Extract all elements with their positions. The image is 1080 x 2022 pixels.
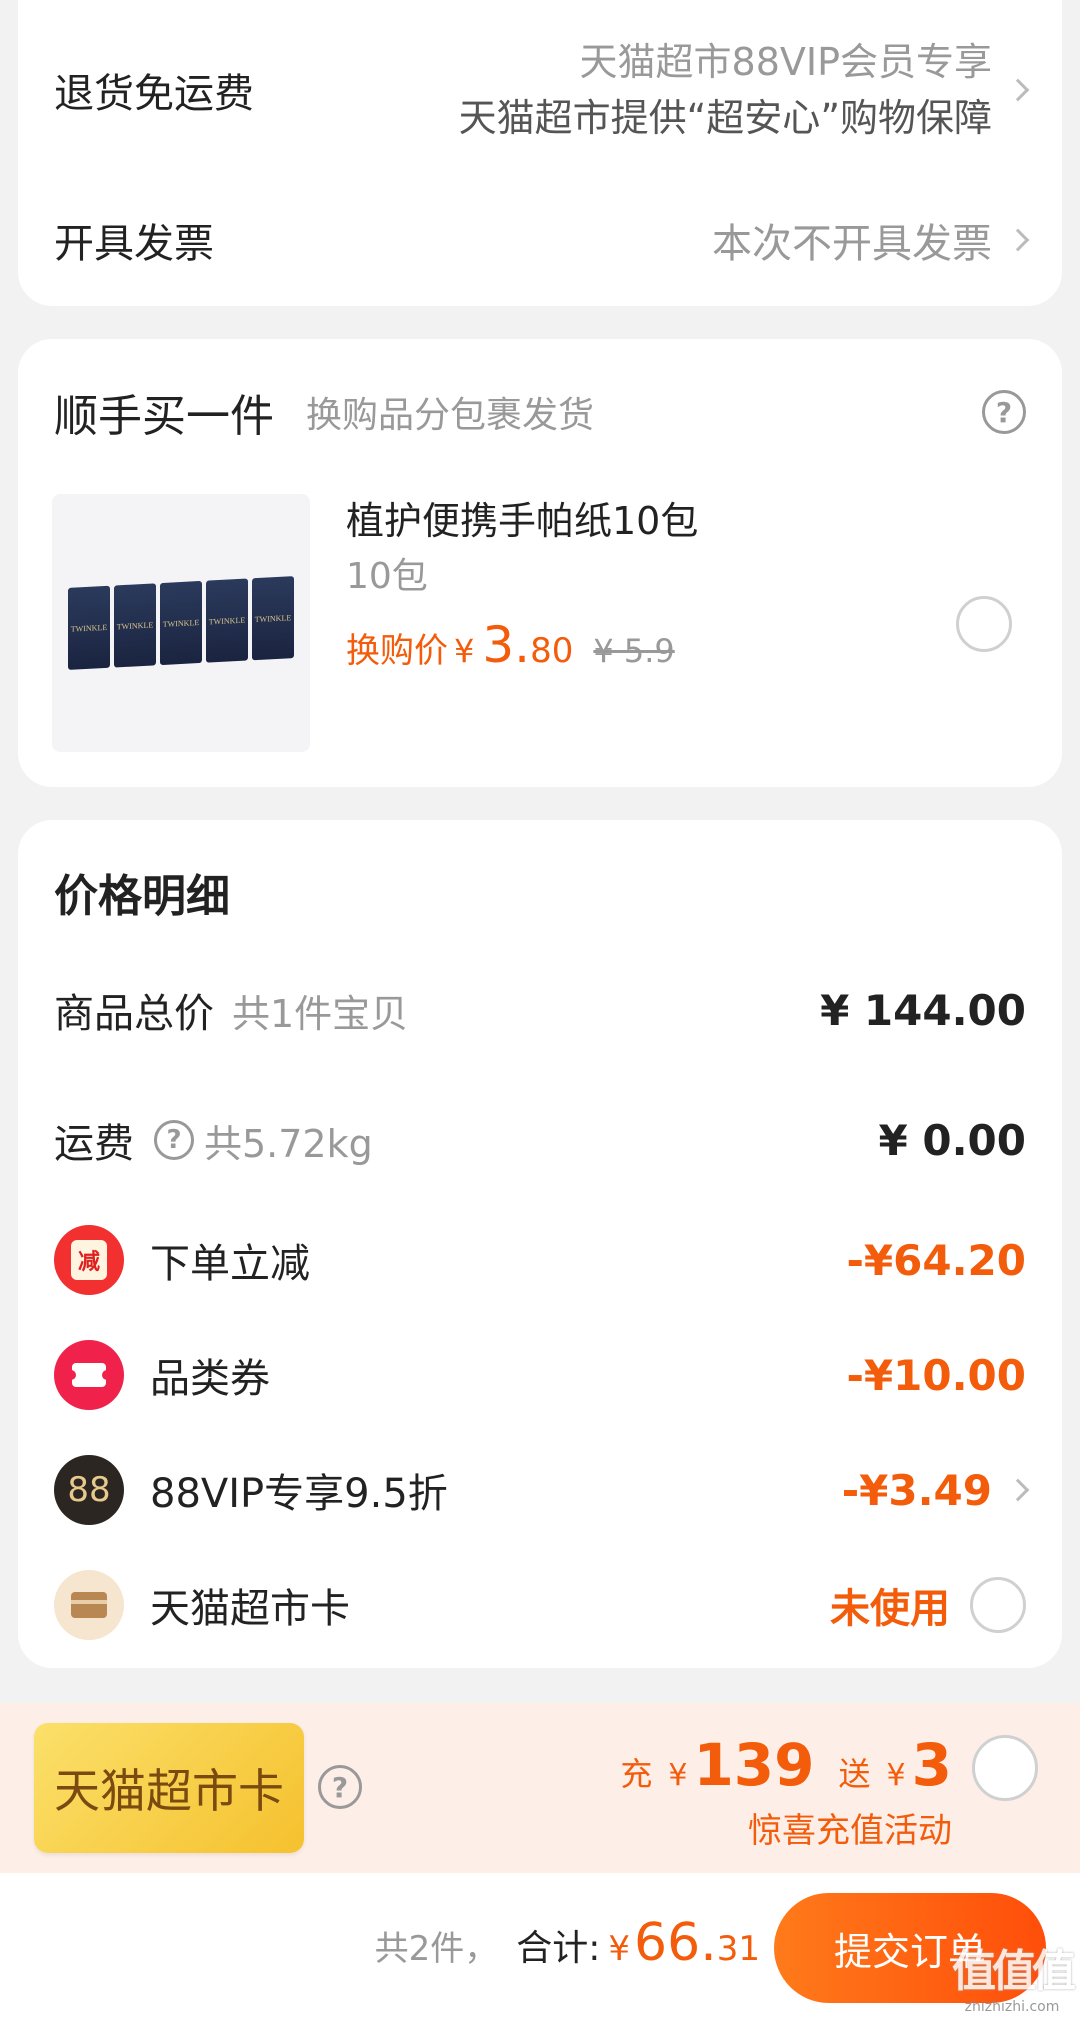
pack-label: TWINKLE xyxy=(208,615,246,627)
recharge-banner: 天猫超市卡 ? 充 ¥ 139 送 ¥ 3 惊喜充值活动 xyxy=(0,1703,1080,1873)
discount-icon: 减 xyxy=(54,1225,124,1295)
category-coupon-row: 品类券 -¥10.00 xyxy=(54,1335,1026,1415)
pack-label: TWINKLE xyxy=(116,619,154,631)
pack-label: TWINKLE xyxy=(254,612,292,624)
price-detail-title: 价格明细 xyxy=(54,871,230,922)
price-detail-card: 价格明细 商品总价 共1件宝贝 ¥ 144.00 运费 ? 共5.72kg ¥ … xyxy=(18,820,1062,1668)
tissue-pack-illustration: TWINKLE TWINKLE TWINKLE TWINKLE TWINKLE xyxy=(68,576,294,670)
total-currency: ¥ xyxy=(608,1929,631,1969)
order-discount-label: 下单立减 xyxy=(150,1241,310,1287)
category-coupon-value: -¥10.00 xyxy=(846,1350,1026,1400)
gift-word: 送 xyxy=(838,1755,871,1793)
invoice-value: 本次不开具发票 xyxy=(712,221,992,267)
supermarket-card-label: 天猫超市卡 xyxy=(150,1586,350,1632)
vip-discount-label: 88VIP专享9.5折 xyxy=(150,1471,448,1517)
recharge-card-label: 天猫超市卡 xyxy=(54,1764,284,1818)
supermarket-card-row: 天猫超市卡 未使用 xyxy=(54,1565,1026,1645)
wallet-card-icon xyxy=(54,1570,124,1640)
product-info: 植护便携手帕纸10包 10包 换购价 ¥ 3. 80 ¥ 5.9 xyxy=(346,494,698,674)
order-discount-value: -¥64.20 xyxy=(846,1235,1026,1285)
shipping-row: 运费 ? 共5.72kg ¥ 0.00 xyxy=(54,1105,1026,1175)
recharge-activity: 惊喜充值活动 xyxy=(748,1811,952,1851)
invoice-label: 开具发票 xyxy=(54,221,214,267)
pack-label: TWINKLE xyxy=(162,617,200,629)
help-icon[interactable]: ? xyxy=(982,390,1026,434)
supermarket-card-badge[interactable]: 天猫超市卡 xyxy=(34,1723,304,1853)
item-count: 共2件， xyxy=(374,1929,499,1969)
addon-select-radio[interactable] xyxy=(956,596,1012,652)
watermark-url: zhizhizhi.com xyxy=(964,1999,1060,2015)
return-shipping-label: 退货免运费 xyxy=(54,71,254,117)
total-summary: 共2件， 合计: ¥ 66. 31 xyxy=(375,1913,760,1973)
goods-total-note: 共1件宝贝 xyxy=(232,991,409,1036)
original-price: ¥ 5.9 xyxy=(593,632,675,670)
charge-word: 充 xyxy=(620,1755,653,1793)
recharge-radio[interactable] xyxy=(972,1735,1038,1801)
order-discount-row: 减 下单立减 -¥64.20 xyxy=(54,1220,1026,1300)
chevron-right-icon xyxy=(1006,78,1030,102)
product-spec: 10包 xyxy=(346,556,428,597)
vip-discount-row[interactable]: 88 88VIP专享9.5折 -¥3.49 xyxy=(54,1450,1030,1530)
vip-88-icon: 88 xyxy=(54,1455,124,1525)
gift-currency: ¥ xyxy=(886,1758,906,1793)
shipping-note: 共5.72kg xyxy=(204,1121,373,1166)
chevron-right-icon xyxy=(1006,1478,1030,1502)
price-currency: ¥ xyxy=(454,632,475,670)
return-shipping-line1: 天猫超市88VIP会员专享 xyxy=(579,40,992,84)
product-price: 换购价 ¥ 3. 80 ¥ 5.9 xyxy=(346,616,698,674)
pack-label: TWINKLE xyxy=(70,622,108,634)
total-int: 66. xyxy=(634,1913,717,1973)
goods-total-row: 商品总价 共1件宝贝 ¥ 144.00 xyxy=(54,975,1026,1045)
price-decimal: 80 xyxy=(530,631,574,671)
chevron-right-icon xyxy=(1006,228,1030,252)
invoice-row[interactable]: 开具发票 本次不开具发票 xyxy=(54,205,1030,275)
addon-card: 顺手买一件 换购品分包裹发货 ? TWINKLE TWINKLE TWINKLE… xyxy=(18,339,1062,787)
return-shipping-line2: 天猫超市提供“超安心”购物保障 xyxy=(458,96,992,140)
price-label: 换购价 xyxy=(346,631,448,671)
addon-header: 顺手买一件 换购品分包裹发货 ? xyxy=(54,377,1026,447)
shipping-label: 运费 xyxy=(54,1121,134,1167)
addon-subtitle: 换购品分包裹发货 xyxy=(306,395,595,436)
service-card: 退货免运费 天猫超市88VIP会员专享 天猫超市提供“超安心”购物保障 开具发票… xyxy=(18,0,1062,306)
price-int: 3. xyxy=(482,616,531,674)
category-coupon-label: 品类券 xyxy=(150,1356,270,1402)
supermarket-card-value: 未使用 xyxy=(830,1586,950,1632)
total-label: 合计: xyxy=(516,1928,601,1969)
watermark: 值值值 zhizhizhi.com xyxy=(952,1935,1076,2015)
checkout-bar: 共2件， 合计: ¥ 66. 31 提交订单 值值值 zhizhizhi.com xyxy=(0,1873,1080,2022)
return-shipping-row[interactable]: 退货免运费 天猫超市88VIP会员专享 天猫超市提供“超安心”购物保障 xyxy=(54,30,1030,150)
total-decimal: 31 xyxy=(716,1929,760,1969)
charge-currency: ¥ xyxy=(668,1758,688,1793)
goods-total-label: 商品总价 xyxy=(54,991,214,1037)
vip-icon-text: 88 xyxy=(67,1470,111,1510)
supermarket-card-radio[interactable] xyxy=(970,1577,1026,1633)
shipping-value: ¥ 0.00 xyxy=(878,1115,1026,1165)
charge-amount: 139 xyxy=(693,1731,815,1799)
gift-amount: 3 xyxy=(911,1731,952,1799)
vip-discount-value: -¥3.49 xyxy=(841,1465,992,1515)
discount-icon-text: 减 xyxy=(71,1240,107,1280)
addon-title: 顺手买一件 xyxy=(54,391,274,442)
product-name: 植护便携手帕纸10包 xyxy=(346,499,699,543)
recharge-amounts: 充 ¥ 139 送 ¥ 3 xyxy=(620,1731,952,1799)
goods-total-value: ¥ 144.00 xyxy=(820,985,1026,1035)
product-image[interactable]: TWINKLE TWINKLE TWINKLE TWINKLE TWINKLE xyxy=(52,494,310,752)
recharge-offer: 充 ¥ 139 送 ¥ 3 惊喜充值活动 xyxy=(620,1731,952,1852)
help-icon[interactable]: ? xyxy=(154,1120,194,1160)
help-icon[interactable]: ? xyxy=(318,1765,362,1809)
watermark-logo: 值值值 xyxy=(952,1946,1076,1997)
coupon-ticket-icon xyxy=(54,1340,124,1410)
